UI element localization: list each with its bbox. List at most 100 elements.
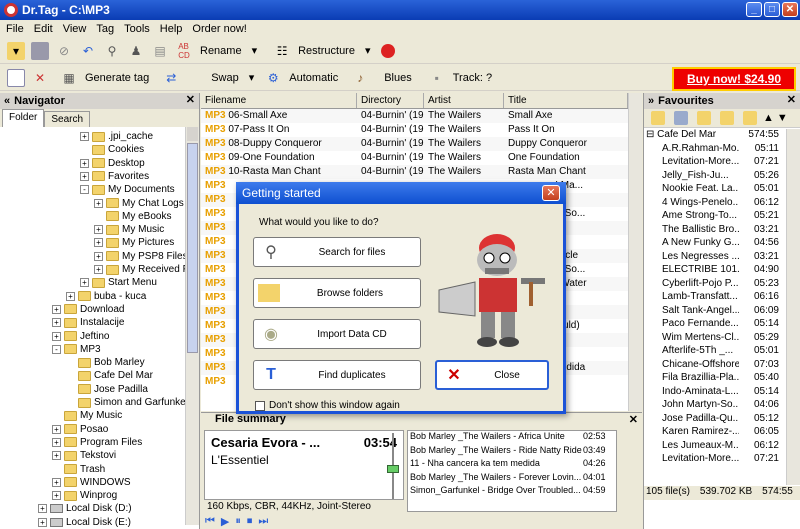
rename-button[interactable]: Rename — [200, 45, 242, 57]
expand-icon[interactable]: + — [80, 158, 89, 168]
expand-icon[interactable]: + — [52, 451, 61, 461]
dialog-close-icon[interactable]: ✕ — [542, 185, 560, 201]
minimize-button[interactable]: _ — [746, 2, 762, 17]
tree-node[interactable]: + My Chat Logs — [94, 197, 184, 210]
navigator-scrollbar[interactable] — [185, 127, 199, 525]
menu-tag[interactable]: Tag — [96, 23, 114, 35]
browse-folders-button[interactable]: Browse folders — [253, 278, 421, 308]
expand-icon[interactable]: + — [52, 424, 61, 434]
favourite-item[interactable]: ELECTRIBE 101... 04:90 — [644, 264, 800, 278]
new-document-icon[interactable] — [7, 68, 25, 87]
expand-icon[interactable]: + — [66, 291, 75, 301]
expand-icon[interactable]: + — [94, 251, 103, 261]
menu-view[interactable]: View — [63, 23, 87, 35]
generate-tag-icon[interactable]: ▦ — [60, 69, 78, 87]
scroll-up-icon[interactable] — [187, 127, 198, 141]
favourite-item[interactable]: John Martyn-So... 04:06 — [644, 399, 800, 413]
column-artist[interactable]: Artist — [424, 93, 504, 108]
tree-node[interactable]: + Winprog — [52, 489, 117, 502]
menu-help[interactable]: Help — [160, 23, 183, 35]
expand-icon[interactable]: + — [94, 238, 103, 248]
search-icon[interactable]: ⚲ — [103, 42, 121, 60]
swap-button[interactable]: Swap — [211, 72, 239, 84]
fav-star-icon[interactable] — [743, 111, 757, 125]
tree-node[interactable]: + Start Menu — [80, 276, 157, 289]
fav-properties-icon[interactable] — [674, 111, 688, 125]
tree-node[interactable]: + Download — [52, 303, 124, 316]
file-row[interactable]: MP3 07-Pass It On 04-Burnin' (19... The Wa… — [201, 123, 642, 137]
import-data-cd-button[interactable]: ◉ Import Data CD — [253, 319, 421, 349]
column-directory[interactable]: Directory — [357, 93, 424, 108]
favourite-item[interactable]: Jose Padilla-Qu... 05:12 — [644, 413, 800, 427]
tree-node[interactable]: + My Music — [94, 223, 164, 236]
restructure-button[interactable]: Restructure — [298, 45, 355, 57]
expand-icon[interactable]: + — [80, 132, 89, 141]
favourite-item[interactable]: The Ballistic Bro... 03:21 — [644, 224, 800, 238]
tree-node[interactable]: + Local Disk (E:) — [38, 516, 131, 527]
swap-dropdown-icon[interactable]: ▾ — [249, 71, 255, 84]
expand-icon[interactable]: + — [38, 517, 47, 527]
favourite-item[interactable]: Levitation-More... 07:21 — [644, 156, 800, 170]
list-icon[interactable]: ▤ — [151, 42, 169, 60]
navigator-collapse-icon[interactable]: « — [4, 95, 10, 107]
favourite-item[interactable]: Wim Mertens-Cl... 05:29 — [644, 332, 800, 346]
favourite-item[interactable]: A New Funky G... 04:56 — [644, 237, 800, 251]
open-folder-icon[interactable]: ▾ — [7, 41, 25, 60]
stop-playback-icon[interactable]: ⏹ — [247, 515, 253, 528]
favourite-item[interactable]: Karen Ramirez-... 06:05 — [644, 426, 800, 440]
prev-icon[interactable]: ⏮ — [205, 515, 215, 528]
expand-icon[interactable]: + — [94, 225, 103, 235]
favourite-item[interactable]: 4 Wings-Penelo... 06:12 — [644, 197, 800, 211]
guitar-icon[interactable]: ♪ — [351, 69, 369, 87]
tree-node[interactable]: + buba - kuca — [66, 290, 146, 303]
maximize-button[interactable]: □ — [764, 2, 780, 17]
tree-node[interactable]: + .jpi_cache — [80, 130, 153, 143]
tree-node[interactable]: + Instalacije — [52, 316, 124, 329]
tree-node[interactable]: Cookies — [80, 143, 144, 156]
expand-icon[interactable]: + — [38, 504, 47, 514]
pause-icon[interactable]: ⏸ — [235, 515, 241, 528]
expand-icon[interactable]: + — [52, 491, 61, 501]
file-summary-close-icon[interactable]: ✕ — [629, 413, 638, 426]
tree-node[interactable]: + Tekstovi — [52, 449, 116, 462]
menu-edit[interactable]: Edit — [34, 23, 53, 35]
expand-icon[interactable]: + — [94, 265, 103, 274]
fav-up-icon[interactable]: ▲ — [763, 112, 774, 124]
tree-node[interactable]: + Jeftino — [52, 330, 109, 343]
genre-value[interactable]: Blues — [384, 72, 412, 84]
restructure-dropdown-icon[interactable]: ▾ — [365, 44, 371, 57]
favourites-collapse-icon[interactable]: » — [648, 95, 654, 107]
undo-icon[interactable]: ↶ — [79, 42, 97, 60]
menu-tools[interactable]: Tools — [124, 23, 150, 35]
menu-order-now[interactable]: Order now! — [192, 23, 246, 35]
tree-node[interactable]: + Favorites — [80, 170, 149, 183]
swap-icon[interactable]: ⇄ — [162, 69, 180, 87]
dont-show-checkbox[interactable] — [255, 400, 265, 411]
play-icon[interactable]: ▶ — [221, 515, 229, 528]
expand-icon[interactable]: + — [52, 331, 61, 341]
automatic-button[interactable]: Automatic — [289, 72, 338, 84]
rename-dropdown-icon[interactable]: ▾ — [252, 44, 258, 57]
expand-icon[interactable]: + — [80, 171, 89, 181]
tree-node[interactable]: + My Pictures — [94, 236, 174, 249]
file-row[interactable]: MP3 08-Duppy Conqueror 04-Burnin' (19... T… — [201, 137, 642, 151]
tree-node[interactable]: + WINDOWS — [52, 476, 131, 489]
tree-node[interactable]: My eBooks — [94, 210, 171, 223]
tab-folder[interactable]: Folder — [2, 109, 45, 127]
favourite-item[interactable]: Indo-Aminata-L... 05:14 — [644, 386, 800, 400]
tree-node[interactable]: + Desktop — [80, 157, 145, 170]
tree-node[interactable]: Trash — [52, 463, 105, 476]
fav-folder-icon[interactable] — [697, 111, 711, 125]
playlist-item[interactable]: Bob Marley _The Wailers - Ride Natty Rid… — [408, 445, 616, 459]
favourite-item[interactable]: Jelly_Fish-Ju... 05:26 — [644, 170, 800, 184]
collapse-icon[interactable]: - — [80, 185, 89, 195]
playlist-item[interactable]: Bob Marley _The Wailers - Forever Lovin.… — [408, 472, 616, 486]
find-duplicates-button[interactable]: T Find duplicates — [253, 360, 421, 390]
delete-icon[interactable]: ✕ — [31, 69, 49, 87]
tree-node[interactable]: - My Documents — [80, 183, 175, 196]
favourite-item[interactable]: Chicane-Offshore 07:03 — [644, 359, 800, 373]
favourite-item[interactable]: Salt Tank-Angel... 06:09 — [644, 305, 800, 319]
next-icon[interactable]: ⏭ — [258, 515, 268, 528]
favourites-close-icon[interactable]: ✕ — [787, 93, 796, 106]
favourite-item[interactable]: Afterlife-5Th _... 05:01 — [644, 345, 800, 359]
